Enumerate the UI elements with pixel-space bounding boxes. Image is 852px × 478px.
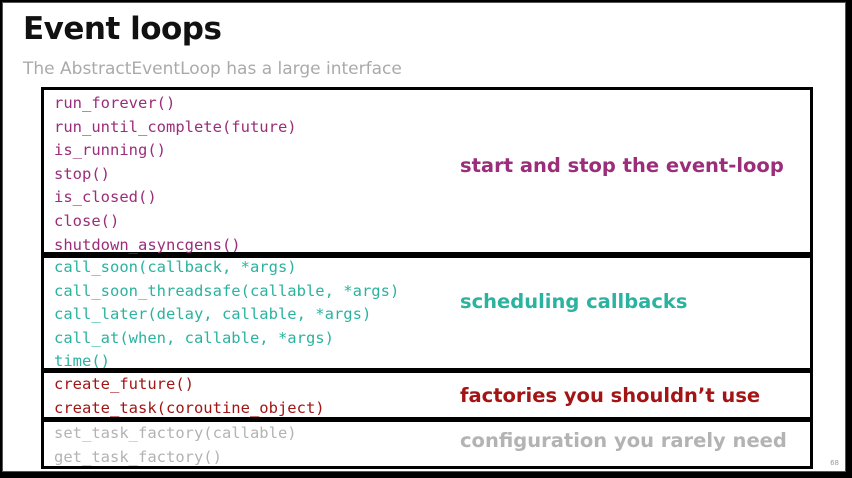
method-list: call_soon(callback, *args) call_soon_thr… xyxy=(54,256,399,374)
group-label: configuration you rarely need xyxy=(460,429,787,452)
method-item: shutdown_asyncgens() xyxy=(54,235,241,254)
method-item: stop() xyxy=(54,164,110,183)
method-item: set_task_factory(callable) xyxy=(54,424,297,442)
method-item: run_until_complete(future) xyxy=(54,117,297,136)
group-box-lifecycle: run_forever() run_until_complete(future)… xyxy=(41,87,813,255)
method-item: call_soon(callback, *args) xyxy=(54,258,297,276)
method-item: is_closed() xyxy=(54,188,157,207)
group-box-configuration: set_task_factory(callable) get_task_fact… xyxy=(41,419,813,469)
method-item: call_at(when, callable, *args) xyxy=(54,328,334,347)
method-item: run_forever() xyxy=(54,94,176,112)
group-box-factories: create_future() create_task(coroutine_ob… xyxy=(41,370,813,420)
method-list: run_forever() run_until_complete(future)… xyxy=(54,92,297,257)
group-label: factories you shouldn’t use xyxy=(460,384,761,407)
method-list: create_future() create_task(coroutine_ob… xyxy=(54,373,325,420)
method-item: close() xyxy=(54,211,120,230)
group-box-scheduling: call_soon(callback, *args) call_soon_thr… xyxy=(41,255,813,371)
method-item: get_task_factory() xyxy=(54,447,222,466)
method-item: call_later(delay, callable, *args) xyxy=(54,305,372,324)
method-item: call_soon_threadsafe(callable, *args) xyxy=(54,281,400,300)
method-item: is_running() xyxy=(54,141,166,160)
page-number: 68 xyxy=(830,459,839,467)
group-label: start and stop the event-loop xyxy=(460,154,784,177)
method-item: create_future() xyxy=(54,375,194,393)
method-item: create_task(coroutine_object) xyxy=(54,398,325,417)
slide: Event loops The AbstractEventLoop has a … xyxy=(2,2,846,472)
slide-subtitle: The AbstractEventLoop has a large interf… xyxy=(23,59,402,79)
slide-title: Event loops xyxy=(23,11,222,47)
method-list: set_task_factory(callable) get_task_fact… xyxy=(54,422,297,469)
group-label: scheduling callbacks xyxy=(460,290,688,313)
